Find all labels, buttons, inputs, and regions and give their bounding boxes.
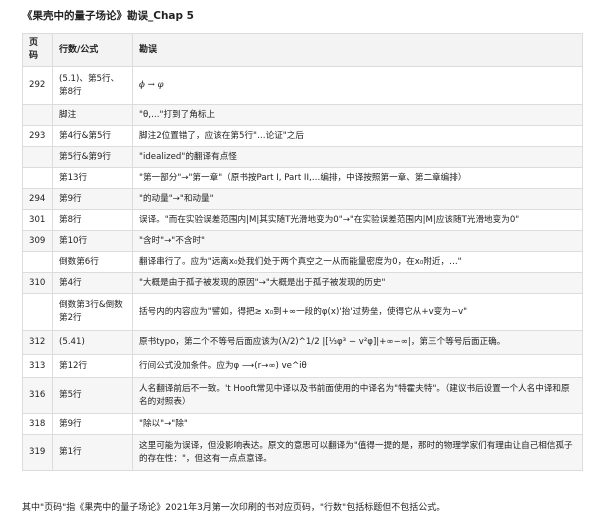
table-row: 倒数第6行 翻译串行了。应为"远离x₀处我们处于两个真空之一从而能量密度为0，在… — [22, 251, 583, 273]
footnote: 其中"页码"指《果壳中的量子场论》2021年3月第一次印刷的书对应页码，"行数"… — [22, 503, 446, 513]
cell-page: 318 — [22, 413, 53, 435]
cell-line: 第12行 — [52, 354, 133, 378]
cell-text: 误译。"而在实验误差范围内|M|其实随T光滑地变为0"→"在实验误差范围内|M|… — [132, 209, 583, 231]
cell-line: 第4行 — [52, 272, 133, 294]
cell-text: "除以"→"除" — [132, 413, 583, 435]
cell-page — [22, 104, 53, 126]
table-row: 316 第5行 人名翻译前后不一致。't Hooft常见中译以及书前面使用的中译… — [22, 377, 583, 414]
cell-line: 脚注 — [52, 104, 133, 126]
table-row: 309 第10行 "含时"→"不含时" — [22, 230, 583, 252]
cell-page: 319 — [22, 434, 53, 471]
cell-page: 316 — [22, 377, 53, 414]
cell-text: "第一部分"→"第一章"（原书按Part I, Part II,…编排，中译按照… — [132, 167, 583, 189]
cell-line: 第10行 — [52, 230, 133, 252]
cell-line: 第8行 — [52, 209, 133, 231]
cell-line: 第13行 — [52, 167, 133, 189]
table-row: 脚注 "θ,…"打到了角标上 — [22, 104, 583, 126]
cell-line: 第5行&第9行 — [52, 146, 133, 168]
cell-line: 第5行 — [52, 377, 133, 414]
table-row: 倒数第3行&倒数第2行 括号内的内容应为"譬如，得把≳ x₀到+∞一段的φ(x)… — [22, 293, 583, 331]
table-row: 294 第9行 "的动量"→"和动量" — [22, 188, 583, 210]
cell-page — [22, 167, 53, 189]
table-row: 293 第4行&第5行 脚注2位置错了，应该在第5行"…论证"之后 — [22, 125, 583, 147]
cell-text: 翻译串行了。应为"远离x₀处我们处于两个真空之一从而能量密度为0，在x₀附近，…… — [132, 251, 583, 273]
table-row: 292 (5.1)、第5行、第8行 ϕ → φ — [22, 66, 583, 105]
cell-line: (5.1)、第5行、第8行 — [52, 66, 133, 105]
cell-text: 行间公式没加条件。应为φ ⟶(r→∞) ve^iθ — [132, 354, 583, 378]
cell-text: 括号内的内容应为"譬如，得把≳ x₀到+∞一段的φ(x)'抬'过势垒，使得它从+… — [132, 293, 583, 331]
cell-line: 第1行 — [52, 434, 133, 471]
header-line: 行数/公式 — [52, 33, 133, 67]
cell-text: ϕ → φ — [132, 66, 583, 105]
table-row: 319 第1行 这里可能为误译，但没影响表达。原文的意思可以翻译为"值得一提的是… — [22, 434, 583, 471]
cell-text: "大概是由于孤子被发现的原因"→"大概是出于孤子被发现的历史" — [132, 272, 583, 294]
cell-page: 294 — [22, 188, 53, 210]
cell-text: 人名翻译前后不一致。't Hooft常见中译以及书前面使用的中译名为"特霍夫特"… — [132, 377, 583, 414]
cell-line: 倒数第3行&倒数第2行 — [52, 293, 133, 331]
cell-line: 第4行&第5行 — [52, 125, 133, 147]
errata-table: 页码 行数/公式 勘误 292 (5.1)、第5行、第8行 ϕ → φ 脚注 "… — [22, 33, 583, 471]
cell-page: 309 — [22, 230, 53, 252]
cell-page — [22, 146, 53, 168]
header-correction: 勘误 — [132, 33, 583, 67]
cell-text: "含时"→"不含时" — [132, 230, 583, 252]
cell-line: 第9行 — [52, 188, 133, 210]
table-row: 第13行 "第一部分"→"第一章"（原书按Part I, Part II,…编排… — [22, 167, 583, 189]
table-row: 301 第8行 误译。"而在实验误差范围内|M|其实随T光滑地变为0"→"在实验… — [22, 209, 583, 231]
cell-text: "θ,…"打到了角标上 — [132, 104, 583, 126]
table-row: 第5行&第9行 "idealized"的翻译有点怪 — [22, 146, 583, 168]
cell-page: 312 — [22, 330, 53, 355]
cell-page — [22, 293, 53, 331]
cell-line: (5.41) — [52, 330, 133, 355]
cell-page: 293 — [22, 125, 53, 147]
cell-page — [22, 251, 53, 273]
header-page: 页码 — [22, 33, 53, 67]
cell-line: 倒数第6行 — [52, 251, 133, 273]
cell-page: 313 — [22, 354, 53, 378]
cell-page: 301 — [22, 209, 53, 231]
table-row: 310 第4行 "大概是由于孤子被发现的原因"→"大概是出于孤子被发现的历史" — [22, 272, 583, 294]
cell-line: 第9行 — [52, 413, 133, 435]
document-title: 《果壳中的量子场论》勘误_Chap 5 — [22, 10, 194, 22]
cell-text: 脚注2位置错了，应该在第5行"…论证"之后 — [132, 125, 583, 147]
cell-page: 310 — [22, 272, 53, 294]
cell-text: "idealized"的翻译有点怪 — [132, 146, 583, 168]
cell-page: 292 — [22, 66, 53, 105]
cell-text: 原书typo，第二个不等号后面应该为(λ/2)^1/2 |[⅓φ³ − v²φ]… — [132, 330, 583, 355]
cell-text: 这里可能为误译，但没影响表达。原文的意思可以翻译为"值得一提的是，那时的物理学家… — [132, 434, 583, 471]
table-row: 313 第12行 行间公式没加条件。应为φ ⟶(r→∞) ve^iθ — [22, 354, 583, 378]
table-row: 312 (5.41) 原书typo，第二个不等号后面应该为(λ/2)^1/2 |… — [22, 330, 583, 355]
table-header-row: 页码 行数/公式 勘误 — [22, 33, 583, 67]
cell-text: "的动量"→"和动量" — [132, 188, 583, 210]
table-row: 318 第9行 "除以"→"除" — [22, 413, 583, 435]
